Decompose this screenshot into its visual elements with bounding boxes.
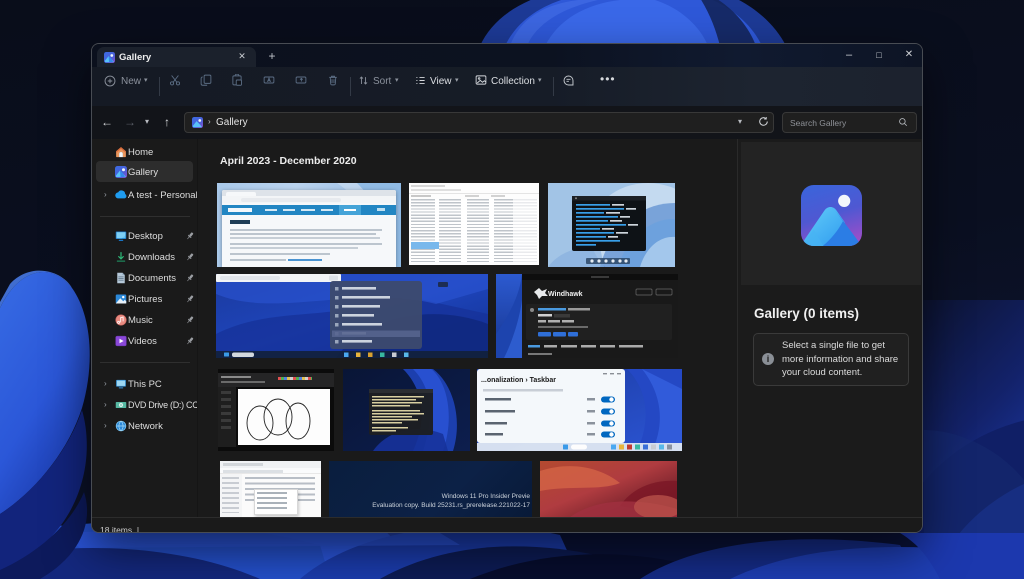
svg-text:...onalization › Taskbar: ...onalization › Taskbar — [481, 377, 556, 384]
svg-text:Windhawk: Windhawk — [548, 291, 583, 298]
